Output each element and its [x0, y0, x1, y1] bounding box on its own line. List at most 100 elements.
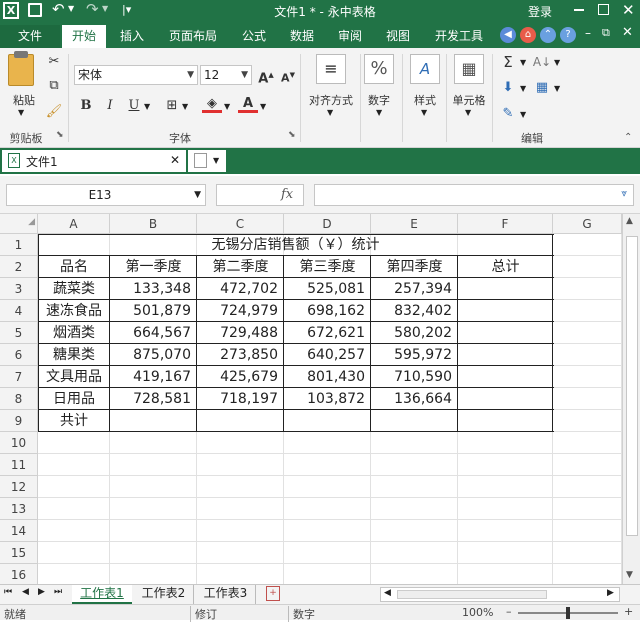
column-header-f[interactable]: F	[458, 214, 553, 234]
item-name-cell[interactable]: 糖果类	[38, 344, 110, 366]
value-cell[interactable]: 664,567	[110, 322, 197, 344]
value-cell[interactable]: 273,850	[197, 344, 284, 366]
value-cell[interactable]: 640,257	[284, 344, 371, 366]
back-icon[interactable]: ◀	[500, 27, 516, 43]
zoom-slider-thumb[interactable]	[566, 607, 570, 619]
zoom-level[interactable]: 100%	[462, 606, 493, 619]
scroll-up-icon[interactable]: ▲	[626, 216, 633, 226]
alignment-dropdown-icon[interactable]: ▼	[327, 108, 333, 117]
doc-restore-icon[interactable]: ⧉	[602, 26, 610, 40]
header-cell[interactable]: 第二季度	[197, 256, 284, 278]
tab-review[interactable]: 审阅	[330, 25, 370, 48]
redo-icon[interactable]: ↷	[86, 0, 99, 18]
row-header-15[interactable]: 15	[0, 542, 38, 564]
value-cell[interactable]: 425,679	[197, 366, 284, 388]
tab-formulas[interactable]: 公式	[234, 25, 274, 48]
insert-function-button[interactable]: fx	[216, 184, 304, 206]
value-cell[interactable]: 832,402	[371, 300, 458, 322]
login-link[interactable]: 登录	[528, 3, 552, 20]
autosum-dropdown-icon[interactable]: ▼	[520, 58, 526, 67]
clipboard-launcher-icon[interactable]: ⬊	[56, 130, 64, 140]
bold-button[interactable]: B	[76, 96, 96, 116]
value-cell[interactable]: 257,394	[371, 278, 458, 300]
row-header-16[interactable]: 16	[0, 564, 38, 584]
value-cell[interactable]: 724,979	[197, 300, 284, 322]
row-header-3[interactable]: 3	[0, 278, 38, 300]
header-cell[interactable]: 总计	[458, 256, 553, 278]
format-painter-icon[interactable]: 🖌	[44, 102, 64, 122]
borders-dropdown-icon[interactable]: ▼	[182, 102, 188, 111]
scroll-right-icon[interactable]: ▶	[607, 588, 614, 598]
alignment-button-label[interactable]: 对齐方式	[304, 92, 358, 108]
next-sheet-icon[interactable]: ▶	[38, 587, 45, 597]
new-document-button[interactable]: ▼	[188, 150, 226, 172]
row-header-14[interactable]: 14	[0, 520, 38, 542]
horizontal-scroll-thumb[interactable]	[397, 590, 547, 599]
table-title[interactable]: 无锡分店销售额（￥）统计	[38, 234, 553, 256]
paste-dropdown-icon[interactable]: ▼	[18, 108, 24, 117]
vertical-scrollbar[interactable]: ▲ ▼	[622, 214, 640, 584]
underline-button[interactable]: U	[124, 96, 144, 116]
font-color-dropdown-icon[interactable]: ▼	[260, 102, 266, 111]
doc-close-icon[interactable]: ✕	[622, 25, 633, 40]
value-cell[interactable]: 133,348	[110, 278, 197, 300]
home-icon[interactable]: ⌂	[520, 27, 536, 43]
minimize-icon[interactable]	[574, 9, 584, 11]
row-header-2[interactable]: 2	[0, 256, 38, 278]
document-tab-close-icon[interactable]: ✕	[170, 153, 180, 167]
value-cell[interactable]: 710,590	[371, 366, 458, 388]
value-cell[interactable]: 419,167	[110, 366, 197, 388]
value-cell[interactable]: 472,702	[197, 278, 284, 300]
header-cell[interactable]: 第四季度	[371, 256, 458, 278]
value-cell[interactable]: 801,430	[284, 366, 371, 388]
spreadsheet-grid[interactable]: ◢ ABCDEFG 1234567891011121314151617 无锡分店…	[0, 214, 622, 584]
autosum-icon[interactable]: Σ	[498, 52, 518, 72]
clear-dropdown-icon[interactable]: ▼	[520, 110, 526, 119]
shrink-font-icon[interactable]: A▼	[278, 65, 298, 85]
expand-formula-icon[interactable]: ⩔	[621, 188, 627, 199]
horizontal-scrollbar[interactable]: ◀ ▶	[380, 587, 620, 602]
document-tab[interactable]: X 文件1 ✕	[2, 150, 186, 172]
percent-icon[interactable]: %	[364, 54, 394, 84]
column-header-e[interactable]: E	[371, 214, 458, 234]
value-cell[interactable]: 136,664	[371, 388, 458, 410]
value-cell[interactable]	[458, 388, 553, 410]
maximize-icon[interactable]	[598, 4, 609, 15]
styles-icon[interactable]: A	[410, 54, 440, 84]
last-sheet-icon[interactable]: ⏭	[54, 587, 62, 597]
value-cell[interactable]: 728,581	[110, 388, 197, 410]
undo-icon[interactable]: ↶	[52, 0, 65, 18]
fill-color-dropdown-icon[interactable]: ▼	[224, 102, 230, 111]
cells-dropdown-icon[interactable]: ▼	[465, 108, 471, 117]
item-name-cell[interactable]: 速冻食品	[38, 300, 110, 322]
scroll-down-icon[interactable]: ▼	[626, 570, 633, 580]
cells-icon[interactable]: ▦	[454, 54, 484, 84]
alignment-icon[interactable]: ≡	[316, 54, 346, 84]
value-cell[interactable]: 103,872	[284, 388, 371, 410]
value-cell[interactable]: 875,070	[110, 344, 197, 366]
row-header-9[interactable]: 9	[0, 410, 38, 432]
item-name-cell[interactable]: 日用品	[38, 388, 110, 410]
column-header-a[interactable]: A	[38, 214, 110, 234]
item-name-cell[interactable]: 烟酒类	[38, 322, 110, 344]
tab-home[interactable]: 开始	[62, 25, 106, 48]
borders-icon[interactable]: ⊞	[162, 96, 182, 116]
row-header-6[interactable]: 6	[0, 344, 38, 366]
header-cell[interactable]: 第一季度	[110, 256, 197, 278]
prev-sheet-icon[interactable]: ◀	[22, 587, 29, 597]
paste-button-label[interactable]: 粘贴	[8, 92, 40, 108]
item-name-cell[interactable]: 蔬菜类	[38, 278, 110, 300]
underline-dropdown-icon[interactable]: ▼	[144, 102, 150, 111]
cut-icon[interactable]: ✂	[44, 52, 64, 72]
app-icon[interactable]: X	[3, 2, 19, 19]
fill-icon[interactable]: ⬇	[498, 78, 518, 98]
doc-minimize-icon[interactable]: –	[585, 26, 591, 40]
add-sheet-icon[interactable]: +	[266, 586, 280, 601]
copy-icon[interactable]: ⧉	[44, 76, 64, 96]
font-size-combo[interactable]: 12 ▼	[200, 65, 252, 85]
header-cell[interactable]: 品名	[38, 256, 110, 278]
save-icon[interactable]	[28, 3, 42, 17]
number-dropdown-icon[interactable]: ▼	[376, 108, 382, 117]
undo-dropdown-icon[interactable]: ▼	[68, 4, 74, 13]
item-name-cell[interactable]: 文具用品	[38, 366, 110, 388]
